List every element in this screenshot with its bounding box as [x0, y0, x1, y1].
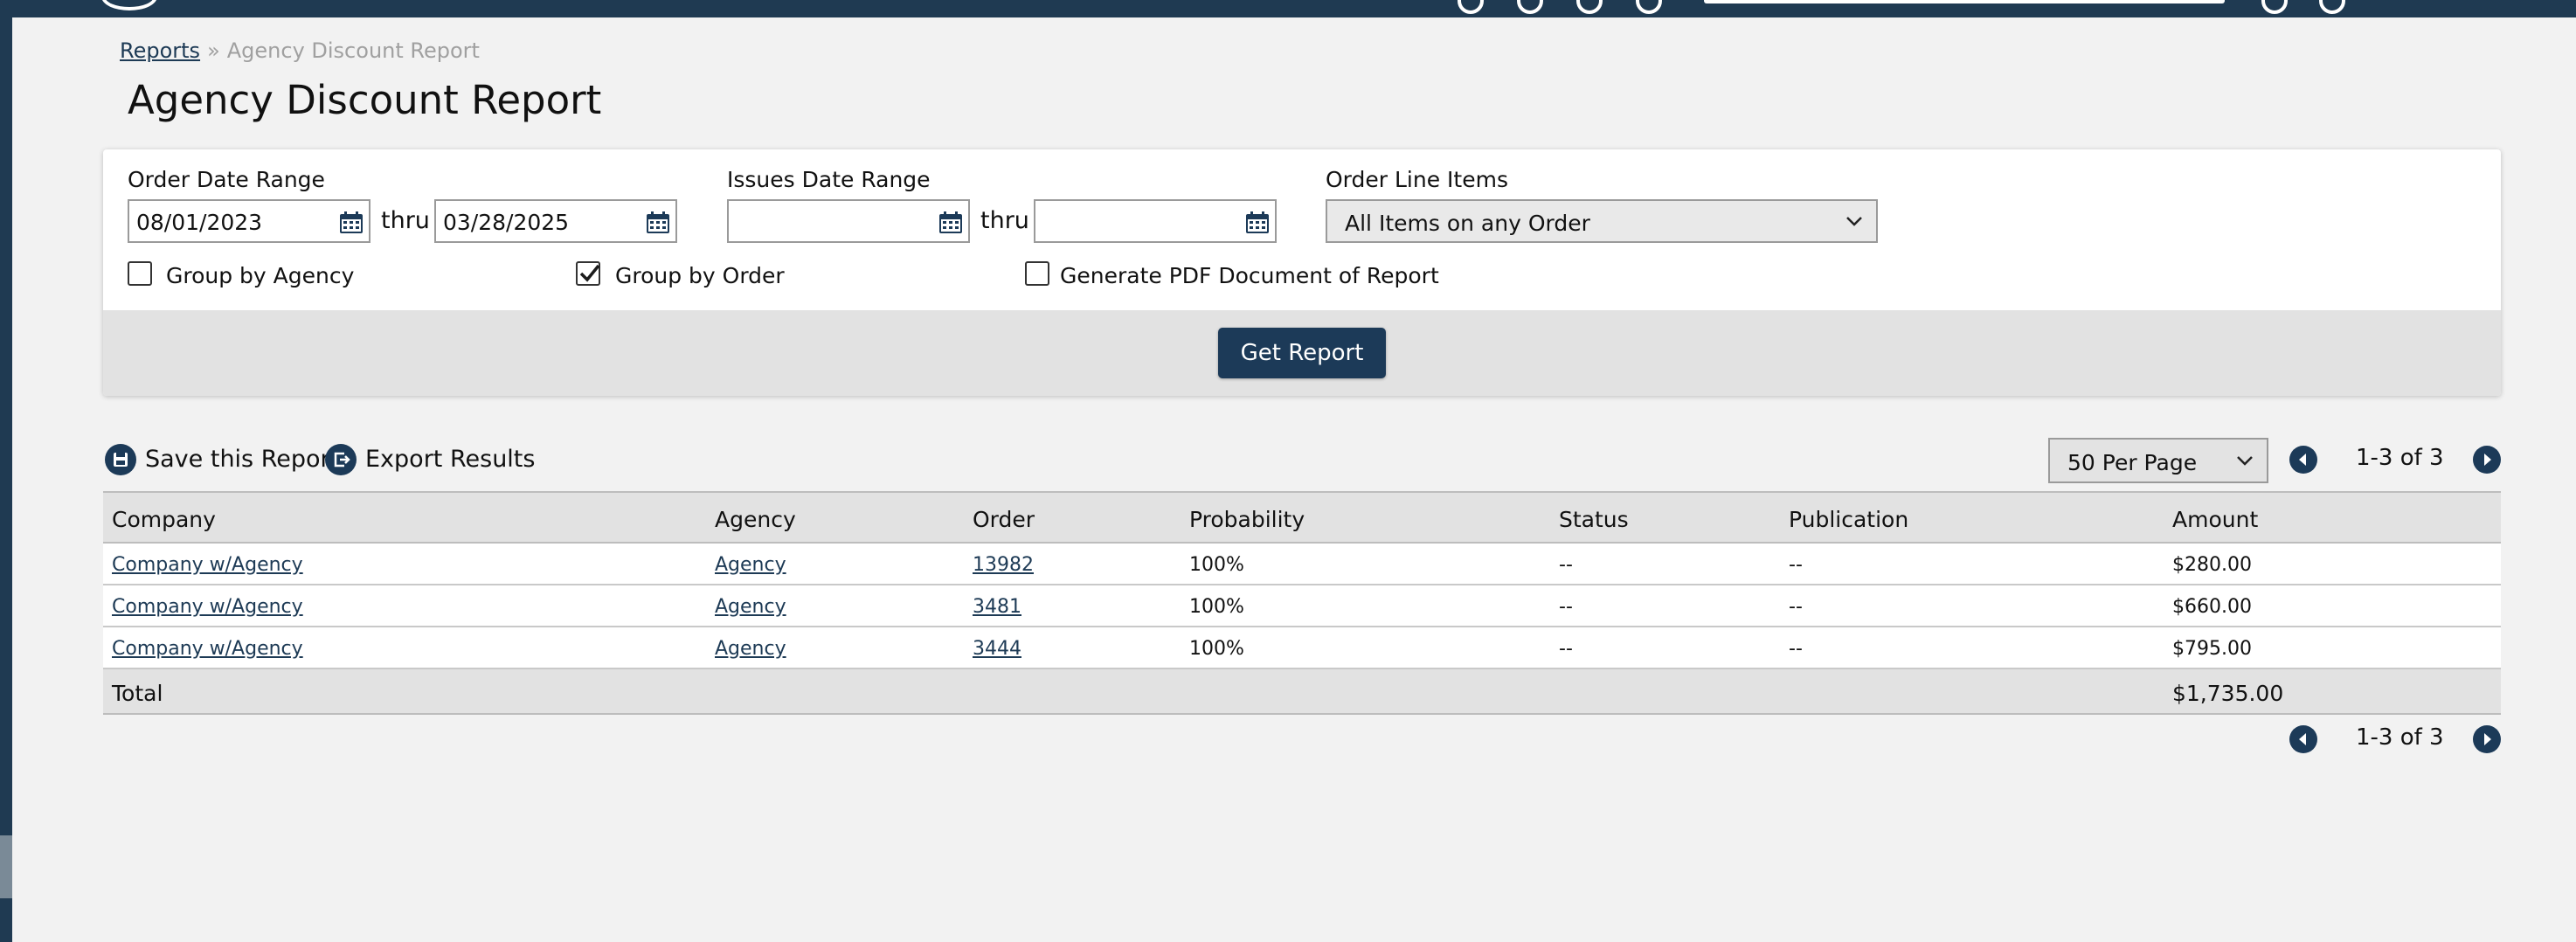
chevron-right-icon	[2484, 454, 2491, 466]
chevron-down-icon	[2237, 456, 2253, 466]
left-rail	[0, 0, 12, 942]
table-total-row: Total $1,735.00	[103, 669, 2501, 715]
order-date-thru-label: thru	[381, 207, 430, 234]
pagination-range-top: 1-3 of 3	[2356, 445, 2444, 471]
column-header-order[interactable]: Order	[973, 507, 1035, 532]
global-search-input[interactable]	[1704, 0, 2225, 3]
order-link[interactable]: 13982	[973, 554, 1034, 576]
probability-cell: 100%	[1189, 596, 1244, 618]
order-date-range-label: Order Date Range	[128, 167, 325, 192]
total-label: Total	[112, 681, 163, 706]
next-page-button[interactable]	[2473, 446, 2501, 474]
rail-scroll-handle[interactable]	[0, 835, 12, 898]
nav-icon-4[interactable]	[1636, 0, 1662, 14]
publication-cell: --	[1789, 638, 1803, 660]
generate-pdf-label: Generate PDF Document of Report	[1060, 263, 1439, 288]
previous-page-button[interactable]	[2289, 446, 2317, 474]
order-date-from-value: 08/01/2023	[136, 210, 263, 235]
probability-cell: 100%	[1189, 638, 1244, 660]
chevron-left-icon	[2299, 733, 2306, 745]
calendar-icon[interactable]	[646, 211, 670, 234]
group-by-order-checkbox[interactable]	[576, 261, 600, 286]
calendar-icon[interactable]	[1245, 211, 1270, 234]
export-results-label: Export Results	[365, 446, 536, 473]
issues-date-thru-label: thru	[980, 207, 1029, 234]
company-link[interactable]: Company w/Agency	[112, 596, 303, 618]
save-icon	[105, 444, 136, 475]
save-report-label: Save this Report	[145, 446, 340, 473]
chevron-right-icon	[2484, 733, 2491, 745]
group-by-agency-label: Group by Agency	[166, 263, 355, 288]
publication-cell: --	[1789, 554, 1803, 576]
per-page-value: 50 Per Page	[2067, 450, 2198, 475]
checkmark-icon	[579, 264, 600, 282]
status-cell: --	[1559, 638, 1573, 660]
agency-link[interactable]: Agency	[715, 596, 786, 618]
per-page-select[interactable]: 50 Per Page	[2048, 438, 2268, 483]
get-report-button[interactable]: Get Report	[1218, 328, 1386, 378]
user-menu-icon[interactable]	[2319, 0, 2345, 14]
status-cell: --	[1559, 596, 1573, 618]
generate-pdf-checkbox[interactable]	[1025, 261, 1049, 286]
export-icon	[325, 444, 357, 475]
chevron-down-icon	[1846, 217, 1862, 226]
issues-date-from-input[interactable]	[727, 199, 970, 243]
column-header-company[interactable]: Company	[112, 507, 216, 532]
order-link[interactable]: 3481	[973, 596, 1021, 618]
logo-icon[interactable]	[101, 0, 157, 10]
company-link[interactable]: Company w/Agency	[112, 554, 303, 576]
nav-icon-3[interactable]	[1576, 0, 1603, 14]
publication-cell: --	[1789, 596, 1803, 618]
nav-icon-2[interactable]	[1517, 0, 1543, 14]
chevron-left-icon	[2299, 454, 2306, 466]
column-header-status[interactable]: Status	[1559, 507, 1629, 532]
order-link[interactable]: 3444	[973, 638, 1021, 660]
amount-cell: $795.00	[2172, 638, 2252, 660]
breadcrumb: Reports » Agency Discount Report	[120, 38, 480, 63]
breadcrumb-reports-link[interactable]: Reports	[120, 38, 200, 63]
table-row: Company w/Agency Agency 13982 100% -- --…	[103, 544, 2501, 585]
issues-date-to-input[interactable]	[1034, 199, 1277, 243]
filter-panel: Order Date Range 08/01/2023 thru 03/28/2…	[103, 149, 2501, 396]
amount-cell: $660.00	[2172, 596, 2252, 618]
order-date-to-value: 03/28/2025	[443, 210, 570, 235]
breadcrumb-separator: »	[207, 38, 220, 63]
previous-page-button-bottom[interactable]	[2289, 725, 2317, 753]
column-header-agency[interactable]: Agency	[715, 507, 796, 532]
top-nav-bar	[0, 0, 2576, 17]
nav-icon-1[interactable]	[1458, 0, 1484, 14]
pagination-range-bottom: 1-3 of 3	[2356, 724, 2444, 751]
order-line-items-value: All Items on any Order	[1345, 211, 1590, 236]
calendar-icon[interactable]	[339, 211, 364, 234]
company-link[interactable]: Company w/Agency	[112, 638, 303, 660]
order-date-to-input[interactable]: 03/28/2025	[434, 199, 677, 243]
column-header-probability[interactable]: Probability	[1189, 507, 1305, 532]
page-title: Agency Discount Report	[128, 77, 602, 123]
total-amount: $1,735.00	[2172, 681, 2284, 706]
group-by-order-label: Group by Order	[615, 263, 785, 288]
column-header-publication[interactable]: Publication	[1789, 507, 1908, 532]
table-row: Company w/Agency Agency 3481 100% -- -- …	[103, 585, 2501, 627]
table-row: Company w/Agency Agency 3444 100% -- -- …	[103, 627, 2501, 669]
group-by-agency-checkbox[interactable]	[128, 261, 152, 286]
order-date-from-input[interactable]: 08/01/2023	[128, 199, 370, 243]
agency-link[interactable]: Agency	[715, 554, 786, 576]
order-line-items-select[interactable]: All Items on any Order	[1326, 199, 1878, 243]
table-header: Company Agency Order Probability Status …	[103, 491, 2501, 544]
agency-link[interactable]: Agency	[715, 638, 786, 660]
amount-cell: $280.00	[2172, 554, 2252, 576]
status-cell: --	[1559, 554, 1573, 576]
order-line-items-label: Order Line Items	[1326, 167, 1508, 192]
calendar-icon[interactable]	[938, 211, 963, 234]
breadcrumb-current: Agency Discount Report	[226, 38, 480, 63]
column-header-amount[interactable]: Amount	[2172, 507, 2258, 532]
issues-date-range-label: Issues Date Range	[727, 167, 931, 192]
notifications-icon[interactable]	[2261, 0, 2288, 14]
next-page-button-bottom[interactable]	[2473, 725, 2501, 753]
probability-cell: 100%	[1189, 554, 1244, 576]
